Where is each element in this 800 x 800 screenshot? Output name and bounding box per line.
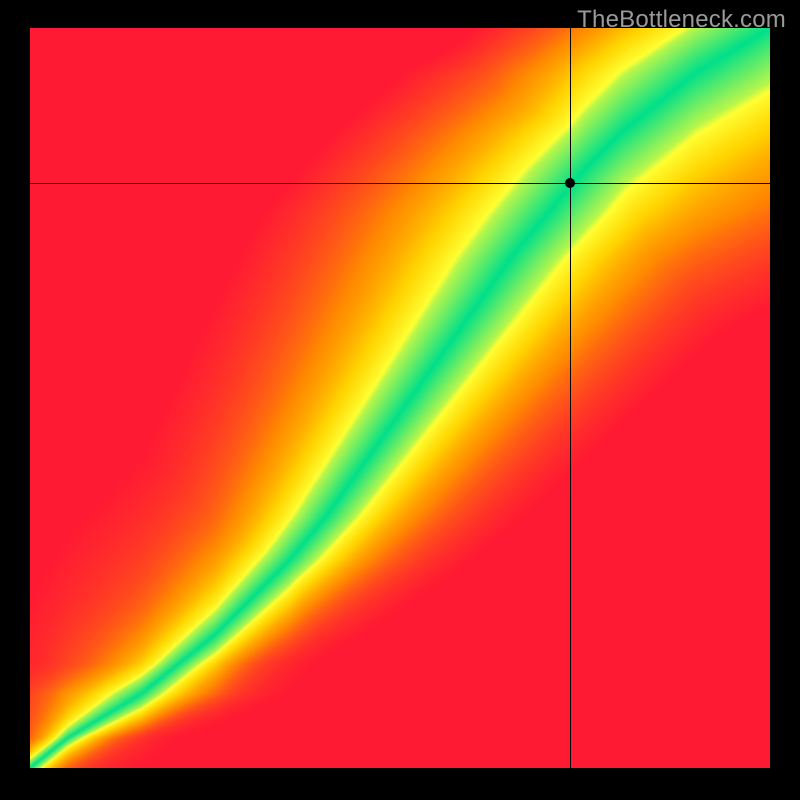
- crosshair-horizontal: [30, 183, 770, 184]
- heatmap-canvas: [30, 28, 770, 768]
- chart-container: TheBottleneck.com: [0, 0, 800, 800]
- crosshair-vertical: [570, 28, 571, 768]
- crosshair-point: [565, 178, 575, 188]
- watermark-text: TheBottleneck.com: [577, 6, 786, 34]
